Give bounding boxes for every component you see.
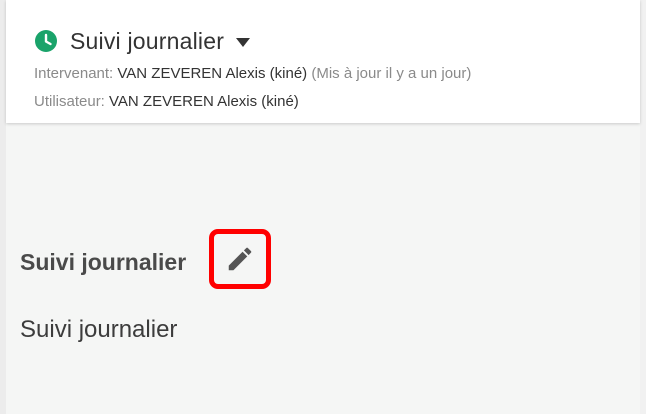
clock-icon [35, 30, 57, 52]
intervenant-value: VAN ZEVEREN Alexis (kiné) [117, 65, 308, 82]
record-title: Suivi journalier [70, 27, 225, 54]
edit-button[interactable] [209, 229, 271, 289]
pencil-icon [225, 244, 255, 274]
right-border [640, 0, 646, 414]
utilisateur-value: VAN ZEVEREN Alexis (kiné) [109, 93, 299, 110]
intervenant-label: Intervenant: [34, 65, 114, 82]
updated-text: (Mis à jour il y a un jour) [311, 65, 472, 82]
dropdown-arrow-icon[interactable] [236, 38, 251, 47]
section-heading: Suivi journalier [20, 249, 187, 275]
utilisateur-label: Utilisateur: [34, 93, 105, 110]
section-body-text: Suivi journalier [20, 316, 178, 343]
content-area: Suivi journalier Suivi journalier [6, 123, 640, 414]
header-card: Suivi journalier Intervenant: VAN ZEVERE… [6, 0, 640, 123]
page: Suivi journalier Intervenant: VAN ZEVERE… [0, 0, 646, 414]
utilisateur-line: Utilisateur: VAN ZEVEREN Alexis (kiné) [34, 93, 299, 110]
title-row[interactable]: Suivi journalier [35, 26, 251, 56]
intervenant-line: Intervenant: VAN ZEVEREN Alexis (kiné) (… [34, 65, 471, 82]
